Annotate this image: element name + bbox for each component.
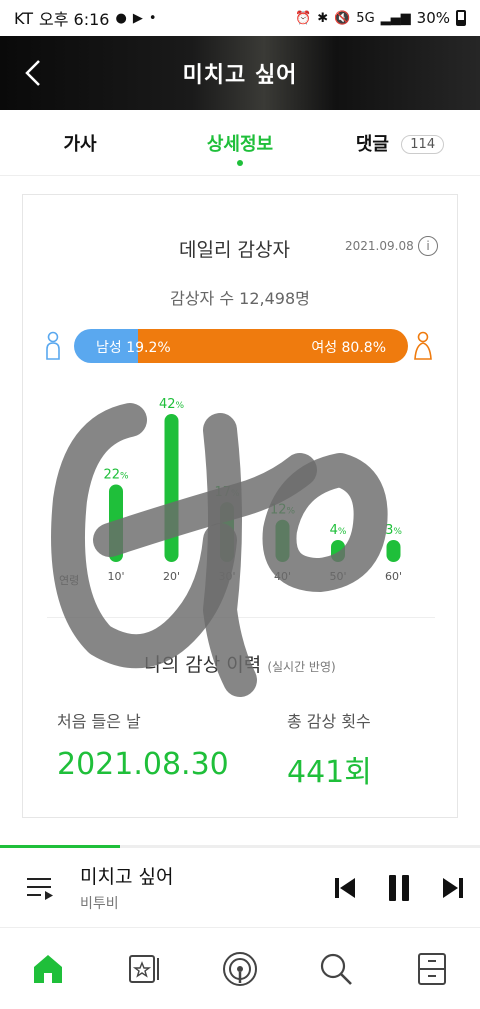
nav-search[interactable] bbox=[288, 934, 384, 1004]
pause-button[interactable] bbox=[372, 861, 426, 915]
tab-label: 가사 bbox=[63, 133, 97, 155]
age-tick-label: 10' bbox=[107, 570, 124, 583]
nav-library[interactable] bbox=[96, 934, 192, 1004]
age-bar bbox=[331, 540, 345, 562]
pause-icon bbox=[389, 874, 409, 901]
podcast-icon bbox=[223, 952, 257, 986]
first-listen-date: 2021.08.30 bbox=[57, 747, 229, 782]
page-title: 미치고 싶어 bbox=[182, 63, 298, 88]
divider bbox=[47, 617, 435, 618]
info-icon[interactable]: i bbox=[418, 236, 438, 256]
daily-listeners-card: 데일리 감상자 2021.09.08 i 감상자 수 12,498명 남성 19… bbox=[22, 194, 458, 818]
alarm-icon: ⏰ bbox=[295, 10, 312, 26]
bottom-navigation bbox=[0, 929, 480, 1009]
tab-details[interactable]: 상세정보 bbox=[160, 130, 320, 166]
back-button[interactable] bbox=[18, 58, 48, 88]
tab-label: 상세정보 bbox=[206, 133, 274, 155]
network-label: 5G bbox=[356, 10, 375, 26]
dot-icon: • bbox=[148, 10, 157, 26]
chevron-left-icon bbox=[25, 60, 40, 86]
search-icon bbox=[320, 953, 352, 985]
status-bar: KT 오후 6:16 ● ▶ • ⏰ ✱ 🔇 5G ▂▄▆ 30% bbox=[0, 0, 480, 36]
age-bar bbox=[109, 484, 123, 562]
age-tick-label: 40' bbox=[274, 570, 291, 583]
title-bar: 미치고 싶어 bbox=[0, 36, 480, 110]
age-bar bbox=[164, 414, 179, 562]
previous-button[interactable] bbox=[318, 861, 372, 915]
age-axis-label: 연령 bbox=[59, 574, 80, 587]
age-bar bbox=[386, 540, 401, 562]
first-listen-label: 처음 들은 날 bbox=[57, 712, 141, 731]
song-artist: 비투비 bbox=[80, 896, 119, 912]
tab-label: 댓글 bbox=[355, 133, 389, 155]
notification-icon: ● bbox=[115, 10, 127, 26]
gender-ratio-bar: 남성 19.2% 여성 80.8% bbox=[74, 329, 408, 363]
age-tick-label: 20' bbox=[163, 570, 180, 583]
age-bar-value-label: 22% bbox=[103, 467, 129, 482]
age-bar-value-label: 42% bbox=[159, 397, 185, 412]
mini-player[interactable]: 미치고 싶어 비투비 bbox=[0, 848, 480, 928]
signal-icon: ▂▄▆ bbox=[380, 10, 411, 26]
age-tick-label: 50' bbox=[329, 570, 346, 583]
home-icon bbox=[34, 955, 62, 983]
mute-icon: 🔇 bbox=[334, 10, 351, 26]
listener-count: 감상자 수 12,498명 bbox=[170, 289, 310, 308]
age-bar-value-label: 4% bbox=[330, 523, 347, 538]
playlist-button[interactable] bbox=[0, 848, 80, 928]
play-notification-icon: ▶ bbox=[132, 10, 143, 26]
age-bar bbox=[275, 519, 290, 562]
male-ratio-label: 남성 19.2% bbox=[96, 340, 171, 356]
age-bar bbox=[220, 502, 234, 562]
total-plays-count: 441회 bbox=[287, 755, 372, 790]
history-title: 나의 감상 이력 (실시간 반영) bbox=[23, 650, 457, 677]
next-button[interactable] bbox=[426, 861, 480, 915]
age-tick-label: 30' bbox=[218, 570, 235, 583]
female-icon bbox=[414, 331, 432, 360]
carrier-label: KT bbox=[14, 8, 34, 28]
tab-comments[interactable]: 댓글 114 bbox=[320, 130, 480, 156]
age-bar-value-label: 3% bbox=[385, 523, 402, 538]
total-plays-label: 총 감상 횟수 bbox=[287, 712, 371, 731]
age-bar-value-label: 17% bbox=[214, 485, 240, 500]
nav-storage[interactable] bbox=[384, 934, 480, 1004]
nav-home[interactable] bbox=[0, 934, 96, 1004]
battery-icon bbox=[456, 10, 466, 26]
age-bar-chart: 22% 10' 42% 20' 17% 30' 12% 40' 4% 50' 3% 60' bbox=[103, 397, 402, 583]
age-tick-label: 60' bbox=[385, 570, 402, 583]
next-icon bbox=[443, 877, 463, 898]
battery-percent: 30% bbox=[416, 9, 450, 27]
age-bar-value-label: 12% bbox=[270, 503, 296, 518]
card-date: 2021.09.08 bbox=[345, 239, 414, 253]
library-icon bbox=[129, 955, 159, 983]
history-title-text: 나의 감상 이력 bbox=[144, 654, 262, 676]
history-note: (실시간 반영) bbox=[267, 660, 336, 674]
female-ratio-label: 여성 80.8% bbox=[311, 340, 386, 356]
playlist-icon bbox=[27, 877, 53, 900]
card-title: 데일리 감상자 bbox=[179, 239, 290, 261]
bluetooth-icon: ✱ bbox=[317, 10, 329, 26]
tab-lyrics[interactable]: 가사 bbox=[0, 130, 160, 156]
nav-podcast[interactable] bbox=[192, 934, 288, 1004]
previous-icon bbox=[335, 877, 355, 898]
storage-icon bbox=[418, 953, 446, 985]
comment-count-badge: 114 bbox=[401, 135, 445, 154]
male-icon bbox=[46, 331, 60, 360]
clock-label: 오후 6:16 bbox=[39, 10, 110, 29]
now-playing-info[interactable]: 미치고 싶어 비투비 bbox=[80, 862, 318, 913]
tab-bar: 가사 상세정보 댓글 114 bbox=[0, 110, 480, 176]
active-tab-indicator bbox=[237, 159, 243, 166]
song-title: 미치고 싶어 bbox=[80, 866, 174, 888]
